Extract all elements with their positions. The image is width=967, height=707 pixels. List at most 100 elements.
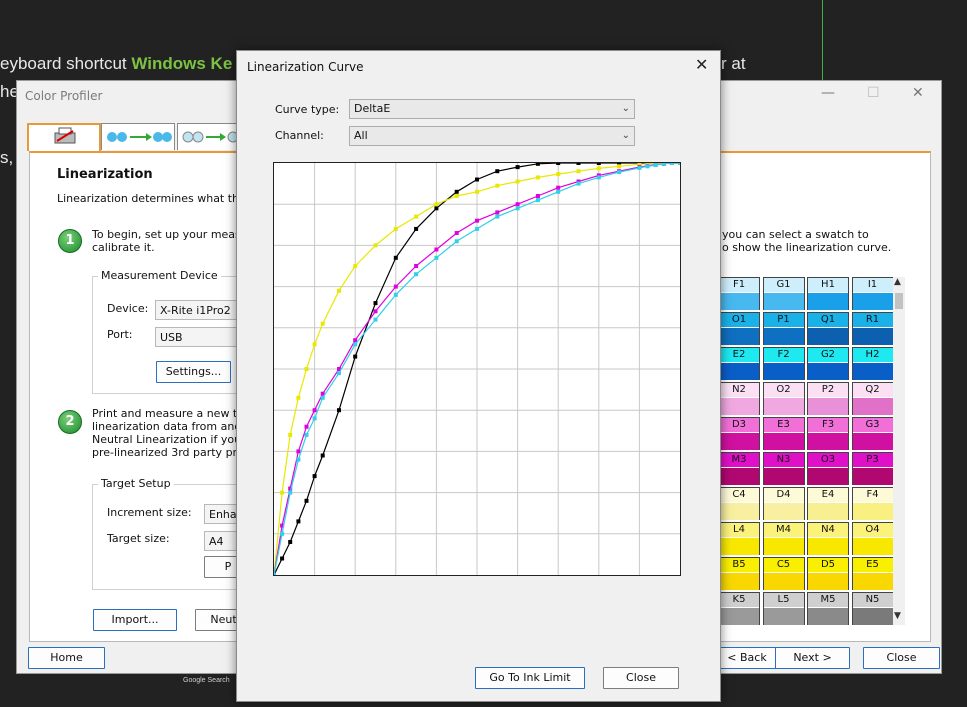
back-button[interactable]: < Back <box>717 647 777 669</box>
series-3-point <box>556 189 561 194</box>
swatch-row: D3 E3 F3 G3 <box>718 417 894 450</box>
swatch-cell[interactable]: C5 <box>762 557 805 590</box>
series-0-point <box>515 165 520 170</box>
swatch-cell[interactable]: F3 <box>807 417 849 450</box>
series-0-point <box>556 161 561 165</box>
curve-type-label: Curve type: <box>275 103 340 116</box>
series-2-point <box>515 202 520 207</box>
swatch-cell[interactable]: R1 <box>851 312 894 345</box>
swatch-fill <box>852 293 893 310</box>
next-button[interactable]: Next > <box>775 647 850 669</box>
swatch-cell[interactable]: K5 <box>718 592 760 625</box>
swatch-cell[interactable]: O3 <box>807 452 849 485</box>
swatch-cell[interactable]: E2 <box>718 347 760 380</box>
scroll-down-icon[interactable]: ▼ <box>894 611 901 621</box>
tab-ink-transfer-1[interactable] <box>101 123 175 150</box>
swatch-cell[interactable]: E4 <box>807 487 849 520</box>
swatch-cell[interactable]: E5 <box>851 557 894 590</box>
swatch-cell[interactable]: Q2 <box>851 382 894 415</box>
swatch-label: E5 <box>852 558 893 572</box>
scroll-up-icon[interactable]: ▲ <box>894 277 901 287</box>
series-2-point <box>312 408 317 413</box>
swatch-cell[interactable]: H2 <box>851 347 894 380</box>
series-0-point <box>434 206 439 211</box>
series-3-point <box>495 214 500 219</box>
series-0-point <box>373 301 378 306</box>
swatch-cell[interactable]: B5 <box>718 557 760 590</box>
swatch-cell[interactable]: G2 <box>807 347 849 380</box>
series-3-point <box>576 181 581 186</box>
series-1-point <box>280 490 285 495</box>
swatch-cell[interactable]: I1 <box>851 277 894 310</box>
swatch-cell[interactable]: M4 <box>762 522 805 555</box>
swatch-row: N2 O2 P2 Q2 <box>718 382 894 415</box>
swatch-cell[interactable]: D5 <box>807 557 849 590</box>
swatch-label: C5 <box>763 558 804 572</box>
swatch-cell[interactable]: O4 <box>851 522 894 555</box>
dialog-close-button[interactable]: Close <box>603 667 679 689</box>
swatch-label: E4 <box>808 488 848 502</box>
swatch-cell[interactable]: N3 <box>762 452 805 485</box>
series-1-point <box>296 395 301 400</box>
tab-ink-transfer-2[interactable] <box>177 123 239 150</box>
step2-text-line1: Print and measure a new targ <box>92 407 256 420</box>
swatch-label: D3 <box>719 418 759 432</box>
swatch-cell[interactable]: L4 <box>718 522 760 555</box>
swatch-cell[interactable]: P3 <box>851 452 894 485</box>
curve-type-value: DeltaE <box>354 102 391 115</box>
swatch-fill <box>719 538 759 555</box>
series-1-point <box>617 164 622 169</box>
tab-printer[interactable] <box>27 123 101 151</box>
series-1-point <box>337 288 341 293</box>
series-0-point <box>320 453 325 458</box>
import-button[interactable]: Import... <box>93 609 177 631</box>
swatch-cell[interactable]: F2 <box>762 347 805 380</box>
go-to-ink-limit-button[interactable]: Go To Ink Limit <box>475 667 585 689</box>
swatch-cell[interactable]: Q1 <box>807 312 849 345</box>
home-button[interactable]: Home <box>28 647 105 669</box>
swatch-cell[interactable]: N4 <box>807 522 849 555</box>
close-button[interactable]: Close <box>863 647 940 669</box>
swatch-cell[interactable]: M3 <box>718 452 760 485</box>
channel-select[interactable]: All ⌄ <box>349 126 635 146</box>
swatch-cell[interactable]: H1 <box>807 277 849 310</box>
curve-type-select[interactable]: DeltaE ⌄ <box>349 99 635 119</box>
swatch-fill <box>852 363 893 380</box>
swatch-fill <box>763 468 804 485</box>
swatch-cell[interactable]: F1 <box>718 277 760 310</box>
swatch-cell[interactable]: P2 <box>807 382 849 415</box>
swatch-cell[interactable]: P1 <box>762 312 805 345</box>
swatch-cell[interactable]: G3 <box>851 417 894 450</box>
swatch-cell[interactable]: O1 <box>718 312 760 345</box>
target-setup-label: Target Setup <box>98 477 174 490</box>
swatch-fill <box>763 363 804 380</box>
swatch-cell[interactable]: N2 <box>718 382 760 415</box>
series-2-point <box>475 218 479 223</box>
swatch-cell[interactable]: D3 <box>718 417 760 450</box>
linearization-chart <box>272 161 682 577</box>
series-1-point <box>434 202 439 207</box>
background-text-line3: s, <box>0 148 14 167</box>
maximize-icon[interactable]: ☐ <box>867 85 880 101</box>
swatch-fill <box>808 328 848 345</box>
swatch-cell[interactable]: C4 <box>718 487 760 520</box>
scroll-thumb[interactable] <box>895 293 903 309</box>
step1-text-line1: To begin, set up your measure <box>92 228 259 241</box>
swatch-cell[interactable]: E3 <box>762 417 805 450</box>
swatch-cell[interactable]: D4 <box>762 487 805 520</box>
swatch-label: G2 <box>808 348 848 362</box>
minimize-icon[interactable]: — <box>821 85 835 101</box>
swatch-cell[interactable]: G1 <box>762 277 805 310</box>
swatch-cell[interactable]: L5 <box>762 592 805 625</box>
dialog-close-icon[interactable]: ✕ <box>695 55 708 74</box>
swatch-cell[interactable]: O2 <box>762 382 805 415</box>
series-2-point <box>495 210 500 215</box>
swatch-cell[interactable]: N5 <box>851 592 894 625</box>
series-0-point <box>475 177 479 182</box>
swatch-label: F3 <box>808 418 848 432</box>
swatch-cell[interactable]: M5 <box>807 592 849 625</box>
settings-button[interactable]: Settings... <box>156 361 231 383</box>
swatch-scrollbar[interactable]: ▲ ▼ <box>893 277 905 625</box>
close-icon[interactable]: ✕ <box>912 85 924 101</box>
swatch-cell[interactable]: F4 <box>851 487 894 520</box>
